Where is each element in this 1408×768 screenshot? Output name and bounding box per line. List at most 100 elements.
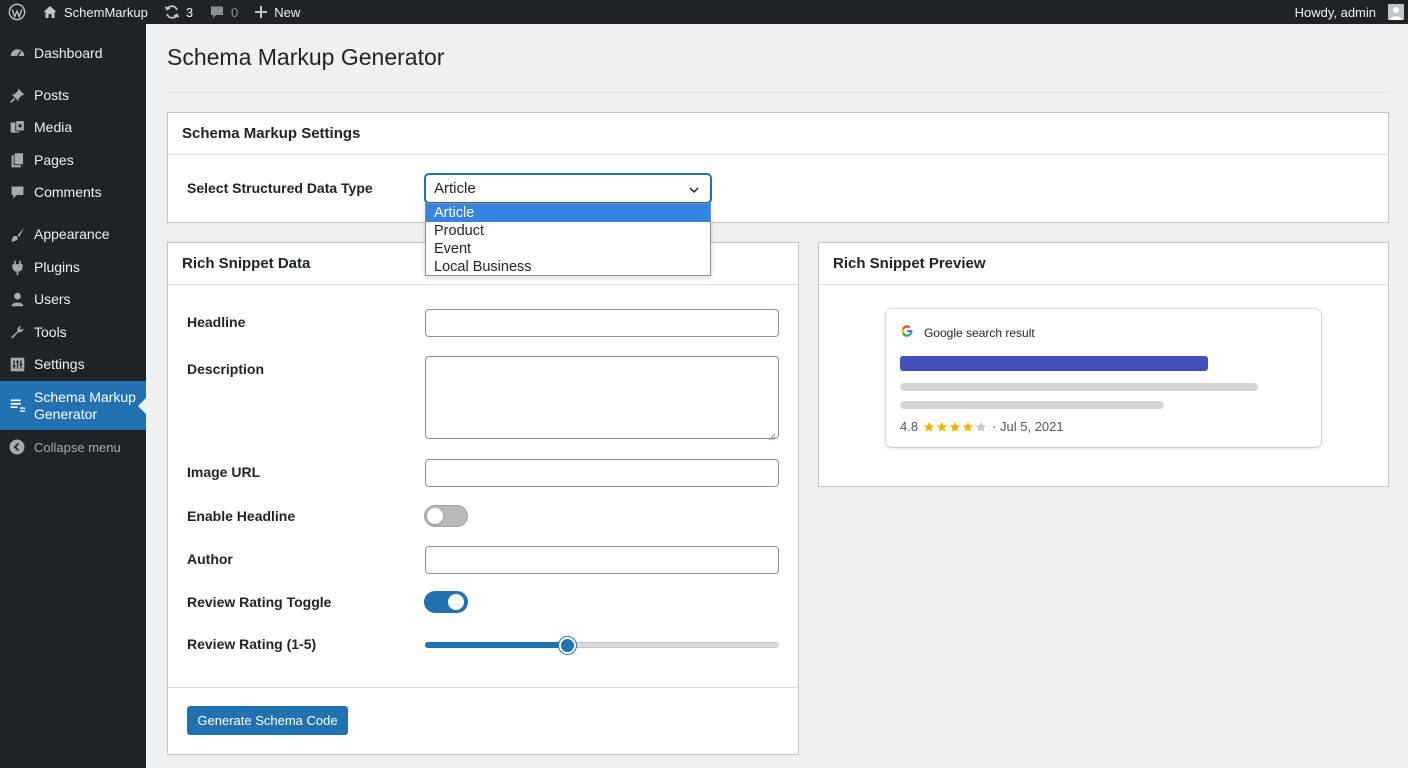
image-url-input[interactable] bbox=[425, 459, 779, 487]
page-title: Schema Markup Generator bbox=[167, 44, 445, 70]
sidebar-item-settings[interactable]: Settings bbox=[0, 353, 146, 375]
enable-headline-label: Enable Headline bbox=[187, 508, 296, 524]
sidebar-item-label: Users bbox=[34, 291, 71, 307]
slider-fill bbox=[425, 642, 566, 648]
sidebar-item-dashboard[interactable]: Dashboard bbox=[0, 42, 146, 64]
result-title-placeholder bbox=[900, 356, 1208, 371]
admin-bar: SchemMarkup 3 0 New Howdy, admin bbox=[0, 0, 1408, 24]
sidebar-item-schema-markup-generator[interactable]: Schema Markup Generator bbox=[0, 381, 146, 430]
plus-icon bbox=[254, 5, 268, 19]
card-footer-divider bbox=[168, 687, 798, 688]
updates-icon bbox=[164, 4, 180, 20]
wordpress-logo-icon bbox=[8, 3, 26, 21]
data-type-options-list: Article Product Event Local Business bbox=[425, 203, 711, 276]
wordpress-logo-button[interactable] bbox=[0, 0, 34, 24]
search-result-source: Google search result bbox=[900, 324, 1035, 341]
sidebar-item-label: Tools bbox=[34, 324, 67, 340]
plugin-icon bbox=[8, 258, 26, 276]
slider-thumb[interactable] bbox=[558, 637, 576, 654]
pushpin-icon bbox=[8, 86, 26, 104]
google-logo-icon bbox=[900, 324, 914, 341]
toggle-knob bbox=[448, 594, 464, 610]
site-name-link[interactable]: SchemMarkup bbox=[34, 0, 156, 24]
updates-link[interactable]: 3 bbox=[156, 0, 201, 24]
search-result-preview: Google search result 4.8 · Jul 5, 2021 bbox=[886, 309, 1321, 447]
comments-count: 0 bbox=[231, 4, 239, 20]
pages-icon bbox=[8, 151, 26, 169]
sidebar-item-label: Settings bbox=[34, 356, 85, 372]
sidebar-item-label: Dashboard bbox=[34, 45, 103, 61]
author-label: Author bbox=[187, 551, 233, 567]
description-label: Description bbox=[187, 361, 265, 377]
sidebar-item-label: Pages bbox=[34, 152, 74, 168]
sidebar-item-label: Schema Markup Generator bbox=[34, 389, 136, 423]
option-product[interactable]: Product bbox=[426, 222, 710, 240]
author-input[interactable] bbox=[425, 546, 779, 574]
settings-card: Schema Markup Settings bbox=[167, 112, 1389, 223]
updates-count: 3 bbox=[185, 4, 194, 20]
avatar bbox=[1388, 4, 1404, 20]
sidebar-item-label-line2: Generator bbox=[34, 405, 98, 422]
headline-input[interactable] bbox=[425, 309, 779, 337]
resize-handle-icon[interactable] bbox=[768, 428, 776, 441]
settings-icon bbox=[8, 355, 26, 373]
comments-link[interactable]: 0 bbox=[201, 0, 246, 24]
sidebar-item-media[interactable]: Media bbox=[0, 116, 146, 138]
image-url-label: Image URL bbox=[187, 464, 261, 480]
star-filled-icon bbox=[949, 421, 961, 432]
home-icon bbox=[42, 4, 58, 20]
rich-snippet-preview-title: Rich Snippet Preview bbox=[819, 243, 1388, 285]
sidebar-item-label: Media bbox=[34, 119, 73, 135]
sidebar-item-appearance[interactable]: Appearance bbox=[0, 223, 146, 245]
data-type-select[interactable]: Article bbox=[425, 174, 711, 203]
star-empty-icon bbox=[975, 421, 987, 432]
description-textarea[interactable] bbox=[425, 356, 779, 441]
result-date: · Jul 5, 2021 bbox=[992, 419, 1064, 434]
data-type-selected-value: Article bbox=[434, 180, 476, 197]
sidebar-item-label: Appearance bbox=[34, 226, 110, 242]
comment-bubble-icon bbox=[209, 4, 225, 20]
my-account-link[interactable]: Howdy, admin bbox=[1287, 0, 1408, 24]
select-data-type-label: Select Structured Data Type bbox=[187, 180, 373, 196]
review-rating-toggle-label: Review Rating Toggle bbox=[187, 594, 332, 610]
review-rating-slider[interactable] bbox=[425, 637, 779, 654]
result-snippet-line-1 bbox=[900, 383, 1258, 391]
sidebar-item-label: Posts bbox=[34, 87, 70, 103]
chevron-down-icon bbox=[688, 183, 700, 200]
star-filled-icon bbox=[962, 421, 974, 432]
review-rating-label: Review Rating (1-5) bbox=[187, 636, 317, 652]
option-article[interactable]: Article bbox=[426, 204, 710, 222]
option-local-business[interactable]: Local Business bbox=[426, 258, 710, 276]
sidebar-item-label: Plugins bbox=[34, 259, 80, 275]
admin-sidebar: Dashboard Posts Media Pages Comments App… bbox=[0, 24, 146, 768]
wrench-icon bbox=[8, 323, 26, 341]
collapse-arrow-icon bbox=[8, 438, 26, 456]
sidebar-item-users[interactable]: Users bbox=[0, 288, 146, 310]
rating-stars bbox=[923, 421, 987, 433]
sidebar-item-pages[interactable]: Pages bbox=[0, 149, 146, 171]
headline-label: Headline bbox=[187, 314, 246, 330]
star-filled-icon bbox=[923, 421, 935, 432]
sidebar-item-comments[interactable]: Comments bbox=[0, 181, 146, 203]
sidebar-item-tools[interactable]: Tools bbox=[0, 321, 146, 343]
result-meta: 4.8 · Jul 5, 2021 bbox=[900, 419, 1064, 434]
search-result-source-label: Google search result bbox=[924, 325, 1035, 340]
greeting: Howdy, admin bbox=[1294, 4, 1376, 20]
sidebar-item-posts[interactable]: Posts bbox=[0, 84, 146, 106]
site-name: SchemMarkup bbox=[64, 4, 148, 20]
star-filled-icon bbox=[936, 421, 948, 432]
review-rating-toggle[interactable] bbox=[424, 591, 468, 613]
collapse-menu-button[interactable]: Collapse menu bbox=[0, 436, 146, 458]
settings-card-title: Schema Markup Settings bbox=[168, 113, 1388, 155]
new-content-link[interactable]: New bbox=[246, 0, 308, 24]
enable-headline-toggle[interactable] bbox=[424, 505, 468, 527]
sidebar-item-plugins[interactable]: Plugins bbox=[0, 256, 146, 278]
toggle-knob bbox=[427, 508, 443, 524]
generate-schema-button[interactable]: Generate Schema Code bbox=[187, 706, 348, 735]
option-event[interactable]: Event bbox=[426, 240, 710, 258]
dashboard-icon bbox=[8, 44, 26, 62]
new-label: New bbox=[274, 4, 301, 20]
comment-icon bbox=[8, 183, 26, 201]
title-divider bbox=[167, 92, 1389, 93]
user-icon bbox=[8, 290, 26, 308]
